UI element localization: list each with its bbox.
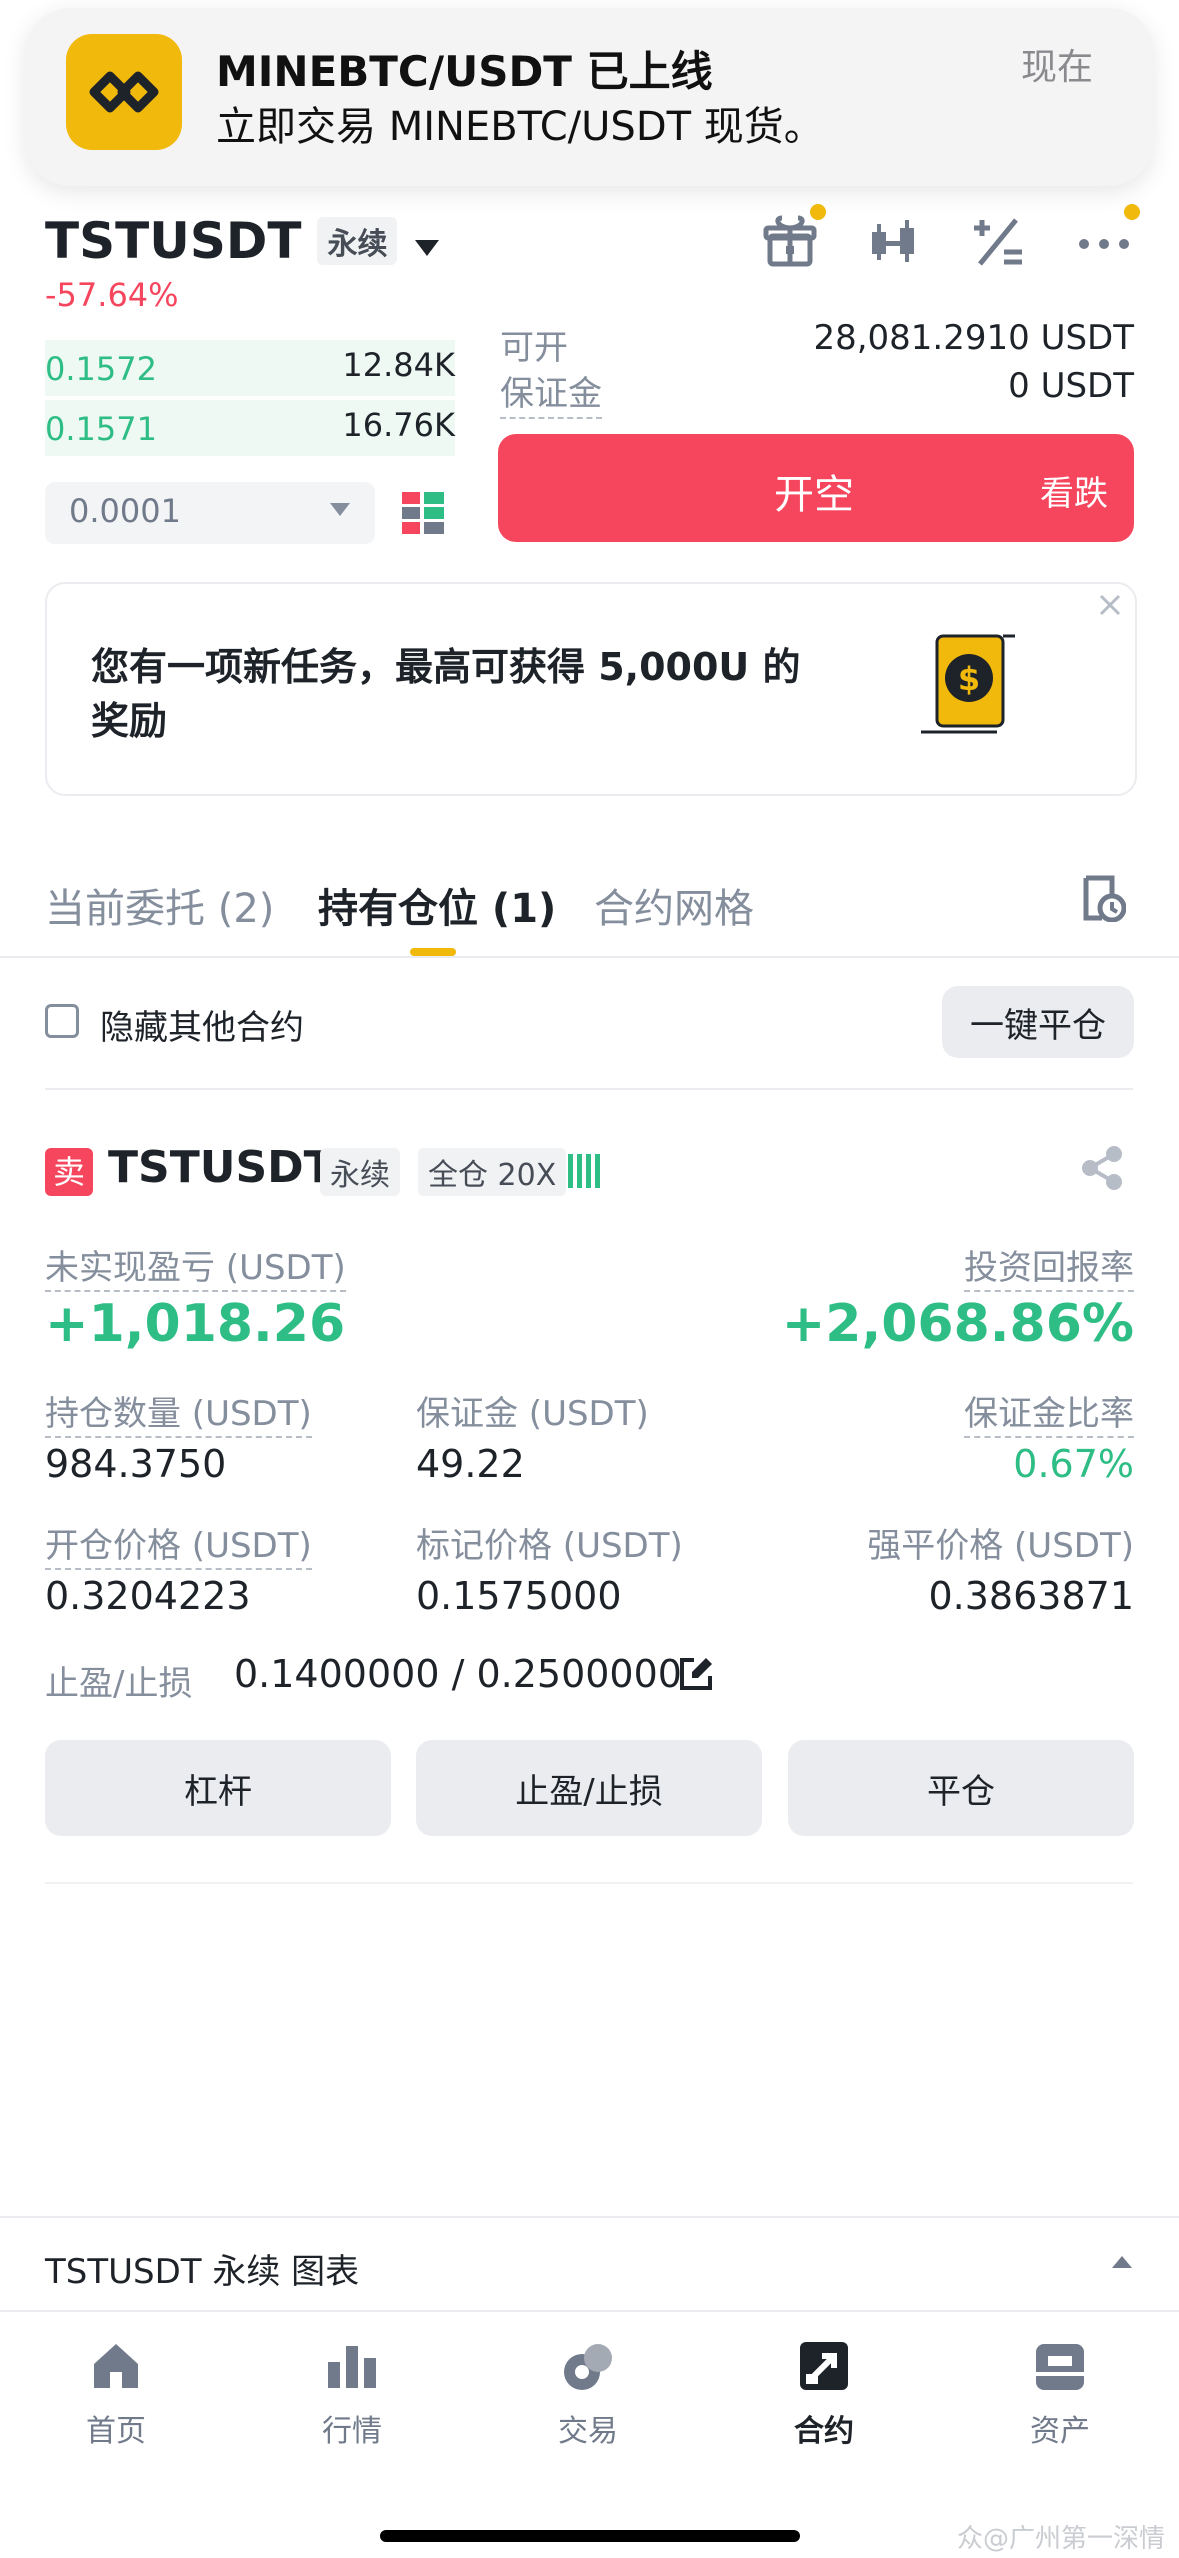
orderbook-price: 0.1572 [45,350,157,388]
precision-select[interactable]: 0.0001 [45,482,375,544]
position-size-value: 984.3750 [45,1442,227,1486]
entry-price-label: 开仓价格 (USDT) [45,1526,312,1570]
divider [45,1088,1133,1090]
edit-icon[interactable] [678,1656,714,1692]
trade-coins-icon [560,2338,616,2394]
roi-value: +2,068.86% [781,1294,1134,1354]
gift-icon[interactable] [760,212,820,272]
more-icon[interactable] [1074,212,1134,272]
contract-type-tag: 永续 [317,217,398,265]
side-badge: 卖 [45,1148,93,1196]
close-position-button[interactable]: 平仓 [788,1740,1134,1836]
nav-trade[interactable]: 交易 [488,2338,688,2450]
caret-down-icon [329,502,351,522]
hide-other-checkbox[interactable] [45,1004,79,1038]
tab-positions[interactable]: 持有仓位 (1) [318,876,556,934]
entry-price-value: 0.3204223 [45,1574,251,1618]
margin-mode-tag: 全仓 20X [418,1148,567,1196]
chart-toggle-bar[interactable]: TSTUSDT 永续 图表 [0,2216,1179,2312]
nav-markets[interactable]: 行情 [252,2338,452,2450]
price-change: -57.64% [45,276,179,314]
hide-other-label: 隐藏其他合约 [100,1008,304,1048]
available-label: 可开 [500,328,568,368]
liq-price-label: 强平价格 (USDT) [867,1526,1134,1566]
contract-type-tag: 永续 [320,1148,400,1196]
tpsl-button[interactable]: 止盈/止损 [416,1740,762,1836]
position-margin-value: 49.22 [416,1442,525,1486]
history-icon[interactable] [1082,874,1127,923]
orderbook-row[interactable]: 0.1572 12.84K [45,340,455,396]
notification-dot [810,204,826,220]
task-text-line2: 奖励 [91,699,168,743]
available-value: 28,081.2910 USDT [813,318,1134,358]
task-banner[interactable]: 您有一项新任务，最高可获得 5,000U 的 奖励 $ [45,582,1137,796]
chart-toggle-label: TSTUSDT 永续 图表 [45,2252,360,2292]
precision-value: 0.0001 [69,492,181,530]
orderbook-qty: 12.84K [342,346,455,384]
nav-assets-label: 资产 [1030,2414,1090,2449]
mark-price-value: 0.1575000 [416,1574,622,1618]
task-text-line1: 您有一项新任务，最高可获得 5,000U 的 [91,645,801,689]
orderbook-layout-icon[interactable] [402,492,444,534]
nav-home-label: 首页 [86,2414,146,2449]
tpsl-value: 0.1400000 / 0.2500000 [234,1652,682,1696]
app-logo-icon [66,34,182,150]
position-size-label: 持仓数量 (USDT) [45,1394,312,1438]
tpsl-label: 止盈/止损 [45,1664,193,1704]
notification-title: MINEBTC/USDT 已上线 [216,47,713,96]
margin-ratio-label: 保证金比率 [964,1394,1134,1438]
position-pair: TSTUSDT [108,1142,334,1193]
nav-futures[interactable]: 合约 [724,2338,924,2450]
tab-grid[interactable]: 合约网格 [594,876,754,934]
nav-futures-label: 合约 [794,2414,854,2449]
share-icon[interactable] [1078,1144,1126,1192]
candlestick-chart-icon[interactable] [864,212,924,272]
caret-down-icon [413,212,441,270]
caret-up-icon [1110,2254,1134,2274]
bottom-navigation: 首页 行情 交易 合约 资产 众@广州第一深情 [0,2310,1179,2558]
unrealized-pnl-label: 未实现盈亏 (USDT) [45,1248,346,1292]
divider [45,1882,1133,1884]
close-all-button[interactable]: 一键平仓 [942,986,1134,1058]
futures-icon [796,2338,852,2394]
margin-value: 0 USDT [1008,366,1134,406]
nav-home[interactable]: 首页 [16,2338,216,2450]
calculator-icon[interactable] [968,212,1028,272]
liq-price-value: 0.3863871 [928,1574,1135,1618]
home-indicator [380,2530,800,2542]
adl-indicator-icon [566,1150,606,1190]
nav-assets[interactable]: 资产 [960,2338,1160,2450]
tab-open-orders[interactable]: 当前委托 (2) [45,876,274,934]
orderbook-qty: 16.76K [342,406,455,444]
mark-price-label: 标记价格 (USDT) [416,1526,683,1566]
roi-label: 投资回报率 [964,1248,1134,1292]
position-tabs: 当前委托 (2) 持有仓位 (1) 合约网格 [0,870,1179,958]
wallet-icon [1032,2338,1088,2394]
pair-name: TSTUSDT [45,212,302,270]
open-short-button[interactable]: 开空 看跌 [498,434,1134,542]
notification-time: 现在 [1020,47,1093,88]
svg-text:$: $ [958,660,980,698]
home-icon [88,2338,144,2394]
notification-body: 立即交易 MINEBTC/USDT 现货。 [216,104,824,150]
bearish-label: 看跌 [1040,474,1108,514]
active-tab-indicator [410,948,456,956]
nav-markets-label: 行情 [322,2414,382,2449]
notification-dot [1124,204,1140,220]
watermark: 众@广州第一深情 [956,2524,1165,2554]
position-margin-label: 保证金 (USDT) [416,1394,649,1434]
pair-selector[interactable]: TSTUSDT 永续 [45,212,441,270]
close-icon[interactable] [1095,590,1125,620]
leverage-button[interactable]: 杠杆 [45,1740,391,1836]
unrealized-pnl-value: +1,018.26 [45,1294,346,1354]
nav-trade-label: 交易 [558,2414,618,2449]
margin-ratio-value: 0.67% [1013,1442,1134,1486]
orderbook-price: 0.1571 [45,410,157,448]
margin-label: 保证金 [500,366,602,419]
reward-coin-icon: $ [917,628,1017,738]
notification-banner[interactable]: MINEBTC/USDT 已上线 立即交易 MINEBTC/USDT 现货。 现… [26,8,1153,186]
bar-chart-icon [324,2338,380,2394]
open-short-label: 开空 [774,472,854,518]
orderbook-row[interactable]: 0.1571 16.76K [45,400,455,456]
